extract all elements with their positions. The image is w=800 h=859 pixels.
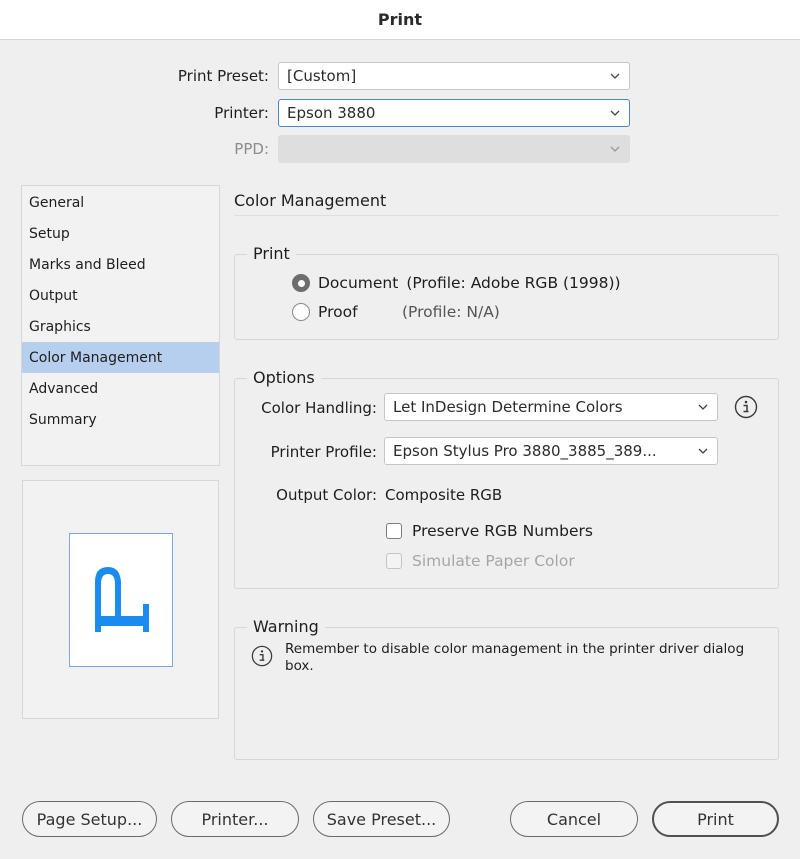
- simulate-paper-row: Simulate Paper Color: [386, 552, 575, 570]
- printer-profile-select[interactable]: Epson Stylus Pro 3880_3885_389...: [384, 437, 718, 465]
- sidebar-item-label: Setup: [29, 225, 70, 242]
- color-handling-value: Let InDesign Determine Colors: [393, 398, 623, 416]
- proof-profile-text: (Profile: N/A): [402, 303, 500, 321]
- simulate-paper-checkbox: [386, 553, 402, 569]
- sidebar-item-label: Summary: [29, 411, 97, 428]
- document-radio-label: Document: [318, 274, 399, 292]
- printer-button[interactable]: Printer...: [171, 801, 299, 837]
- color-handling-info-icon[interactable]: [734, 395, 758, 419]
- warning-group-legend: Warning: [247, 617, 325, 636]
- ppd-label: PPD:: [234, 140, 269, 158]
- printer-value: Epson 3880: [287, 104, 376, 122]
- sidebar-item-label: Advanced: [29, 380, 99, 397]
- page-preview-panel: [22, 480, 219, 719]
- printer-select[interactable]: Epson 3880: [278, 99, 630, 127]
- page-preview: [69, 533, 173, 667]
- sidebar-item-color-management[interactable]: Color Management: [22, 342, 219, 373]
- ppd-select: [278, 135, 630, 163]
- proof-radio-label: Proof: [318, 303, 358, 321]
- print-group-legend: Print: [247, 244, 296, 263]
- sidebar-item-output[interactable]: Output: [22, 280, 219, 311]
- printer-profile-label: Printer Profile:: [270, 443, 377, 461]
- print-preset-label: Print Preset:: [177, 67, 269, 85]
- chevron-down-icon: [697, 445, 709, 457]
- sidebar-item-label: Graphics: [29, 318, 91, 335]
- chevron-down-icon: [697, 401, 709, 413]
- preview-p-glyph-icon: [95, 567, 149, 632]
- sidebar-nav: General Setup Marks and Bleed Output Gra…: [21, 185, 220, 466]
- save-preset-button[interactable]: Save Preset...: [313, 801, 450, 837]
- cancel-button[interactable]: Cancel: [510, 801, 638, 837]
- chevron-down-icon: [609, 107, 621, 119]
- sidebar-item-label: Output: [29, 287, 78, 304]
- document-radio-row[interactable]: Document (Profile: Adobe RGB (1998)): [292, 274, 621, 292]
- print-preset-value: [Custom]: [287, 67, 357, 85]
- printer-profile-value: Epson Stylus Pro 3880_3885_389...: [393, 442, 657, 460]
- print-preset-select[interactable]: [Custom]: [278, 62, 630, 90]
- proof-radio-row[interactable]: Proof (Profile: N/A): [292, 303, 500, 321]
- chevron-down-icon: [609, 70, 621, 82]
- window-title: Print: [377, 10, 423, 29]
- proof-radio[interactable]: [292, 303, 310, 321]
- warning-message: Remember to disable color management in …: [285, 641, 745, 674]
- document-radio[interactable]: [292, 274, 310, 292]
- page-setup-button[interactable]: Page Setup...: [22, 801, 157, 837]
- sidebar-item-marks-and-bleed[interactable]: Marks and Bleed: [22, 249, 219, 280]
- sidebar-item-label: Color Management: [29, 349, 163, 366]
- output-color-value: Composite RGB: [385, 486, 503, 504]
- sidebar-item-setup[interactable]: Setup: [22, 218, 219, 249]
- color-handling-select[interactable]: Let InDesign Determine Colors: [384, 393, 718, 421]
- sidebar-item-general[interactable]: General: [22, 187, 219, 218]
- sidebar-item-summary[interactable]: Summary: [22, 404, 219, 435]
- title-bar: Print: [0, 0, 800, 40]
- sidebar-item-label: General: [29, 194, 85, 211]
- sidebar-item-label: Marks and Bleed: [29, 256, 146, 273]
- warning-info-icon: [251, 645, 273, 667]
- document-profile-text: (Profile: Adobe RGB (1998)): [406, 274, 621, 292]
- section-divider: [234, 215, 779, 216]
- printer-label: Printer:: [214, 104, 269, 122]
- chevron-down-icon: [609, 143, 621, 155]
- print-button[interactable]: Print: [652, 801, 779, 837]
- print-group: [234, 254, 779, 340]
- options-group-legend: Options: [247, 368, 321, 387]
- sidebar-item-advanced[interactable]: Advanced: [22, 373, 219, 404]
- output-color-label: Output Color:: [276, 486, 377, 504]
- preserve-rgb-checkbox[interactable]: [386, 523, 402, 539]
- preserve-rgb-label: Preserve RGB Numbers: [412, 522, 593, 540]
- preserve-rgb-row[interactable]: Preserve RGB Numbers: [386, 522, 593, 540]
- section-title: Color Management: [234, 191, 387, 210]
- sidebar-item-graphics[interactable]: Graphics: [22, 311, 219, 342]
- color-handling-label: Color Handling:: [261, 399, 377, 417]
- simulate-paper-label: Simulate Paper Color: [412, 552, 575, 570]
